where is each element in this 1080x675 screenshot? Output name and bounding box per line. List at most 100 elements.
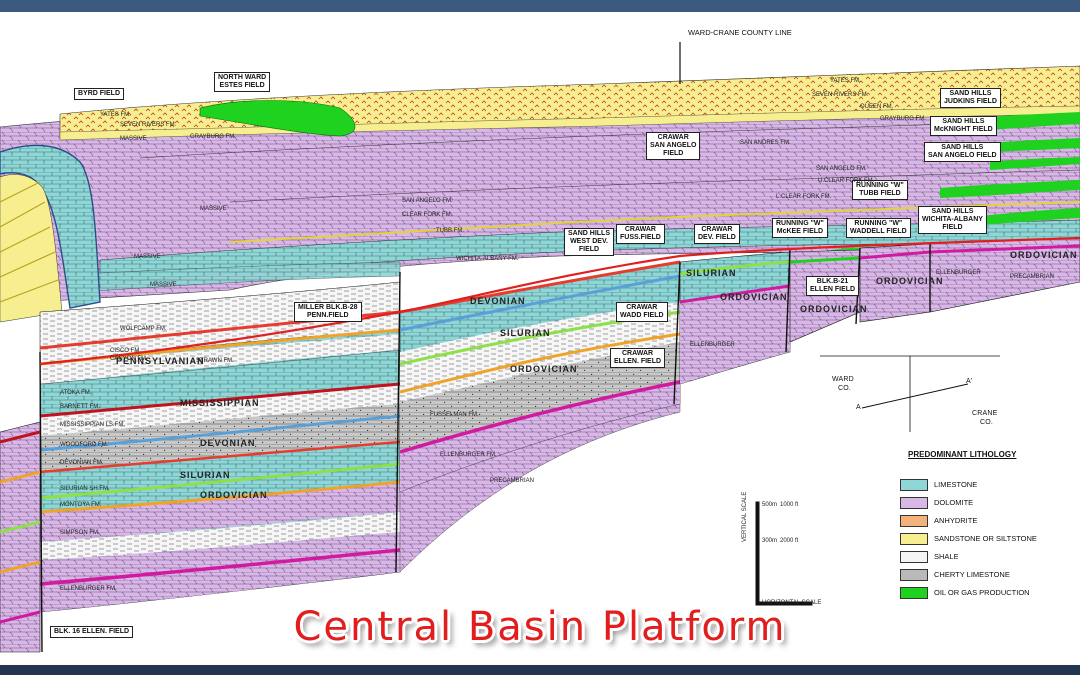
field-label-blkb21: BLK.B-21 ELLEN FIELD bbox=[806, 276, 860, 296]
legend-item: ANHYDRITE bbox=[900, 514, 1070, 528]
legend-swatch-shale bbox=[900, 551, 928, 563]
legend-item: SANDSTONE OR SILTSTONE bbox=[900, 532, 1070, 546]
map-label-crane-co: CO. bbox=[980, 419, 994, 426]
formation-label-ellenburger-mid: ELLENBURGER FM. bbox=[440, 452, 497, 458]
formation-label-yates: YATES FM. bbox=[830, 78, 861, 84]
county-map-inset bbox=[820, 355, 1000, 432]
map-label-ward-co: CO. bbox=[838, 385, 852, 392]
formation-label-devonian-fm: DEVONIAN FM. bbox=[60, 460, 104, 466]
field-label-text: CRAWAR bbox=[701, 226, 733, 233]
scale-v1: 500m bbox=[762, 502, 778, 508]
formation-label-san-andres: SAN ANDRES FM. bbox=[740, 140, 791, 146]
lithology-legend: PREDOMINANT LITHOLOGY LIMESTONE DOLOMITE… bbox=[900, 450, 1070, 610]
legend-label: SHALE bbox=[934, 552, 959, 561]
legend-item: SHALE bbox=[900, 550, 1070, 564]
legend-swatch-dolomite bbox=[900, 497, 928, 509]
county-line-label: WARD-CRANE COUNTY LINE bbox=[688, 28, 792, 37]
field-label-crawar-wadd: CRAWAR WADD FIELD bbox=[616, 302, 668, 322]
field-label-text: CRAWAR bbox=[626, 304, 658, 311]
formation-label-silurian-sh: SILURIAN SH.FM. bbox=[60, 486, 110, 492]
field-label-text: DEV. FIELD bbox=[698, 234, 736, 241]
cross-section-sheet: BYRD FIELD NORTH WARD ESTES FIELD SAND HI… bbox=[0, 12, 1080, 665]
formation-label-cisco: CISCO FM. bbox=[110, 348, 141, 354]
field-label-text: TUBB FIELD bbox=[859, 190, 901, 197]
field-label-text: ESTES FIELD bbox=[219, 82, 265, 89]
field-label-rw-mckee: RUNNING "W" McKEE FIELD bbox=[772, 218, 828, 238]
formation-label-ordovician-left: ORDOVICIAN bbox=[200, 490, 268, 500]
formation-label-seven-rivers-left: SEVEN RIVERS FM. bbox=[120, 122, 177, 128]
scale-v1b: 1000 ft bbox=[780, 502, 799, 508]
field-label-text: SAND HILLS bbox=[949, 90, 992, 97]
formation-label-clear-fork: CLEAR FORK FM. bbox=[402, 212, 453, 218]
formation-label-san-angelo-left: SAN ANGELO FM. bbox=[402, 198, 453, 204]
legend-swatch-limestone bbox=[900, 479, 928, 491]
formation-label-silurian-mid: SILURIAN bbox=[500, 328, 551, 338]
formation-label-pennsylvanian: PENNSYLVANIAN bbox=[116, 356, 205, 366]
map-label-a: A bbox=[856, 404, 861, 411]
scale-graphic bbox=[755, 501, 813, 606]
formation-label-massive-3: MASSIVE bbox=[134, 254, 161, 260]
formation-label-ordovician-right-1: ORDOVICIAN bbox=[720, 292, 788, 302]
formation-label-massive-2: MASSIVE bbox=[200, 206, 227, 212]
field-label-sh-wichita: SAND HILLS WICHITA-ALBANY FIELD bbox=[918, 206, 987, 234]
field-label-crawar-dev: CRAWAR DEV. FIELD bbox=[694, 224, 740, 244]
field-label-text: ELLEN FIELD bbox=[810, 286, 856, 293]
formation-label-precambrian-right: PRECAMBRIAN bbox=[1010, 274, 1055, 280]
field-label-text: FIELD bbox=[942, 224, 963, 231]
formation-label-grayburg: GRAYBURG FM. bbox=[880, 116, 926, 122]
field-label-text: ELLEN. FIELD bbox=[614, 358, 662, 365]
formation-label-precambrian-mid: PRECAMBRIAN bbox=[490, 478, 535, 484]
formation-label-u-clear-fork: U.CLEAR FORK FM. bbox=[818, 178, 875, 184]
field-label-north-ward: NORTH WARD ESTES FIELD bbox=[214, 72, 271, 92]
formation-label-ordovician-mid: ORDOVICIAN bbox=[510, 364, 578, 374]
field-label-text: SAN ANGELO FIELD bbox=[928, 152, 997, 159]
legend-item: LIMESTONE bbox=[900, 478, 1070, 492]
legend-label: ANHYDRITE bbox=[934, 516, 978, 525]
legend-item: CHERTY LIMESTONE bbox=[900, 568, 1070, 582]
field-label-text: McKEE FIELD bbox=[776, 228, 824, 235]
formation-label-tubb: TUBB FM. bbox=[436, 228, 464, 234]
field-label-text: SAN ANGELO bbox=[650, 142, 697, 149]
field-label-mcknight: SAND HILLS McKNIGHT FIELD bbox=[930, 116, 997, 136]
formation-label-ordovician-right-3: ORDOVICIAN bbox=[876, 276, 944, 286]
field-label-text: BLK.B-21 bbox=[816, 278, 849, 285]
formation-label-yates-left: YATES FM. bbox=[100, 112, 131, 118]
formation-label-barnett: BARNETT FM. bbox=[60, 404, 100, 410]
field-label-miller: MILLER BLK.B-28 PENN.FIELD bbox=[294, 302, 362, 322]
formation-label-ordovician-right-4: ORDOVICIAN bbox=[1010, 250, 1078, 260]
legend-label: DOLOMITE bbox=[934, 498, 974, 507]
field-label-sh-west-dev: SAND HILLS WEST DEV. FIELD bbox=[564, 228, 614, 256]
field-label-text: FIELD bbox=[578, 246, 600, 253]
formation-label-fusselman: FUSSELMAN FM. bbox=[430, 412, 479, 418]
map-label-a-prime: A' bbox=[966, 378, 973, 385]
formation-label-simpson: SIMPSON FM. bbox=[60, 530, 100, 536]
field-label-text: SAND HILLS bbox=[931, 208, 974, 215]
formation-label-queen: QUEEN FM. bbox=[860, 104, 894, 110]
formation-label-grayburg-left: GRAYBURG FM. bbox=[190, 134, 236, 140]
field-label-text: CRAWAR bbox=[657, 134, 689, 141]
formation-label-l-clear-fork: L.CLEAR FORK FM. bbox=[776, 194, 832, 200]
field-label-text: JUDKINS FIELD bbox=[944, 98, 997, 105]
formation-label-devonian-mid: DEVONIAN bbox=[470, 296, 526, 306]
legend-swatch-anhydrite bbox=[900, 515, 928, 527]
field-label-text: RUNNING "W" bbox=[854, 220, 903, 227]
formation-label-silurian-right: SILURIAN bbox=[686, 268, 737, 278]
formation-label-silurian: SILURIAN bbox=[180, 470, 231, 480]
field-label-text: WADD FIELD bbox=[620, 312, 664, 319]
formation-label-wolfcamp: WOLFCAMP FM. bbox=[120, 326, 167, 332]
field-label-text: WADDELL FIELD bbox=[850, 228, 907, 235]
formation-label-miss-ls: MISSISSIPPIAN LS.FM. bbox=[60, 422, 126, 428]
field-label-text: RUNNING "W" bbox=[776, 220, 824, 227]
field-label-text: CRAWAR bbox=[624, 226, 656, 233]
field-label-text: CRAWAR bbox=[621, 350, 654, 357]
field-label-crawar-ellen: CRAWAR ELLEN. FIELD bbox=[610, 348, 666, 368]
legend-item: OIL OR GAS PRODUCTION bbox=[900, 586, 1070, 600]
formation-label-ellenburger: ELLENBURGER FM. bbox=[60, 586, 117, 592]
legend-swatch-oil-gas bbox=[900, 587, 928, 599]
formation-label-massive-4: MASSIVE bbox=[150, 282, 177, 288]
map-label-ward: WARD bbox=[832, 376, 854, 383]
scale-v2: 300m bbox=[762, 538, 778, 544]
slide: BYRD FIELD NORTH WARD ESTES FIELD SAND HI… bbox=[0, 0, 1080, 675]
field-label-byrd: BYRD FIELD bbox=[74, 88, 124, 100]
formation-label-ellenburger-right: ELLENBURGER bbox=[690, 342, 735, 348]
